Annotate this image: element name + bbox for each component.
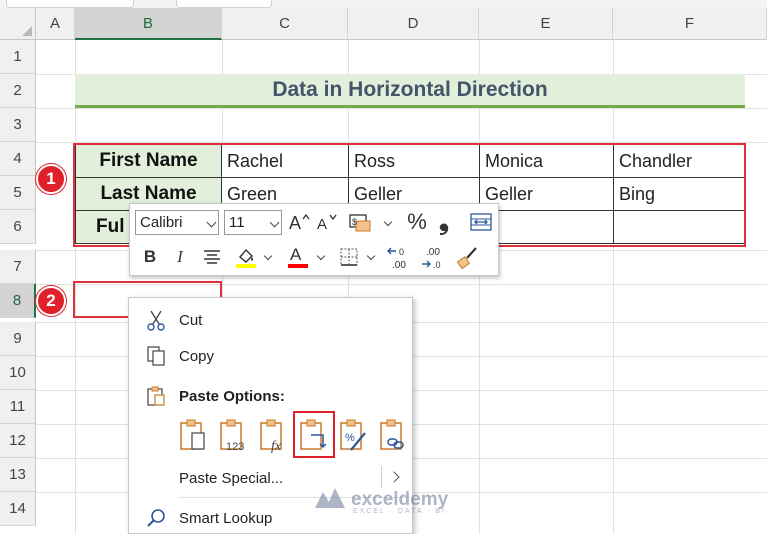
chevron-down-icon[interactable] [263,251,273,261]
mini-toolbar: Calibri 11 A A $ % ❟ B I A 0.00 .00 .0 [129,203,499,276]
table-cell[interactable] [613,210,745,244]
row-header-9[interactable]: 9 [0,322,36,356]
exceldemy-logo-icon [315,488,345,508]
chevron-down-icon [269,217,280,228]
sheet-title[interactable]: Data in Horizontal Direction [75,74,745,108]
svg-text:0: 0 [399,247,404,257]
step-badge-2: 2 [36,286,66,316]
row-header-6[interactable]: 6 [0,210,36,244]
search-icon [145,507,167,529]
table-cell[interactable]: Bing [613,177,745,211]
table-cell[interactable]: Ross [348,144,480,178]
paste-link-icon[interactable] [377,417,411,455]
menu-item-label: Cut [179,311,203,329]
italic-icon[interactable]: I [170,244,190,270]
tab-stub[interactable] [6,0,134,8]
font-name-value: Calibri [140,214,183,231]
svg-text:.00: .00 [426,247,440,258]
menu-item-label: Copy [179,347,215,365]
increase-font-size-icon[interactable]: A [288,210,312,234]
chevron-down-icon[interactable] [383,217,393,227]
paste-formatting-icon[interactable]: % [337,417,371,455]
row-header-5[interactable]: 5 [0,176,36,210]
paste-transpose-highlight [293,411,335,458]
row-header-14[interactable]: 14 [0,492,36,526]
select-all-corner[interactable] [0,8,36,40]
paste-options-label: Paste Options: [179,387,285,405]
table-cell[interactable] [479,210,614,244]
chevron-down-icon[interactable] [316,251,326,261]
paste-icon [145,385,167,407]
chevron-down-icon[interactable] [366,251,376,261]
table-cell[interactable]: Rachel [221,144,349,178]
svg-text:.00: .00 [392,260,406,271]
merge-center-icon[interactable] [469,211,493,233]
svg-text:$: $ [352,217,357,227]
svg-text:.0: .0 [433,260,441,270]
increase-decimal-icon[interactable]: 0.00 [386,244,414,272]
step-badge-1: 1 [36,164,66,194]
paste-formulas-icon[interactable]: fx [257,417,291,455]
svg-text:A: A [289,213,301,232]
decrease-font-size-icon[interactable]: A [316,210,340,234]
watermark-tagline: EXCEL · DATA · BI [353,508,446,515]
menu-item-copy[interactable]: Copy [129,338,412,374]
tab-stub[interactable] [176,0,272,8]
svg-text:fx: fx [271,439,282,454]
row-header-13[interactable]: 13 [0,458,36,492]
accounting-format-icon[interactable]: $ [348,211,372,233]
gridline [479,40,480,534]
column-header-b[interactable]: B [75,8,222,40]
row-header-11[interactable]: 11 [0,390,36,424]
decrease-decimal-icon[interactable]: .00.0 [420,244,448,272]
row-header-2[interactable]: 2 [0,74,36,108]
svg-text:A: A [290,245,302,264]
column-header-d[interactable]: D [348,8,479,40]
gridline [36,108,767,109]
font-size-select[interactable]: 11 [224,210,282,235]
row-header-8[interactable]: 8 [0,284,36,318]
comma-style-icon[interactable]: ❟ [436,205,452,235]
paste-options-header: Paste Options: [129,378,412,414]
table-cell[interactable]: Chandler [613,144,745,178]
column-header-e[interactable]: E [479,8,613,40]
gridline [613,40,614,534]
column-header-c[interactable]: C [222,8,348,40]
watermark: exceldemy EXCEL · DATA · BI [313,486,448,515]
submenu-divider [381,466,382,488]
paste-values-icon[interactable]: 123 [217,417,251,455]
row-header-12[interactable]: 12 [0,424,36,458]
chevron-down-icon [206,217,217,228]
table-cell[interactable]: Geller [479,177,614,211]
row-header-1[interactable]: 1 [0,40,36,74]
menu-item-label: Smart Lookup [179,509,273,527]
gridline [36,142,767,143]
row-header-3[interactable]: 3 [0,108,36,142]
percent-style-icon[interactable]: % [405,209,429,235]
table-cell[interactable]: Monica [479,144,614,178]
table-header-first-name[interactable]: First Name [75,144,222,178]
font-size-value: 11 [229,214,245,231]
column-header-a[interactable]: A [36,8,75,40]
align-center-icon[interactable] [200,246,224,268]
font-color-icon[interactable]: A [286,244,310,270]
menu-item-label: Paste Special... [179,469,284,487]
column-header-f[interactable]: F [613,8,767,40]
paste-icon[interactable] [177,417,211,455]
row-header-4[interactable]: 4 [0,142,36,176]
bold-icon[interactable]: B [140,244,160,270]
svg-text:123: 123 [226,441,244,453]
format-painter-icon[interactable] [455,244,481,270]
top-strip [0,0,767,8]
font-name-select[interactable]: Calibri [135,210,219,235]
scissors-icon [145,309,167,331]
row-header-10[interactable]: 10 [0,356,36,390]
svg-text:%: % [345,432,355,444]
copy-icon [145,345,167,367]
borders-icon[interactable] [337,245,361,269]
menu-item-cut[interactable]: Cut [129,302,412,338]
row-header-7[interactable]: 7 [0,250,36,284]
fill-color-icon[interactable] [233,244,259,270]
svg-text:A: A [317,216,327,232]
